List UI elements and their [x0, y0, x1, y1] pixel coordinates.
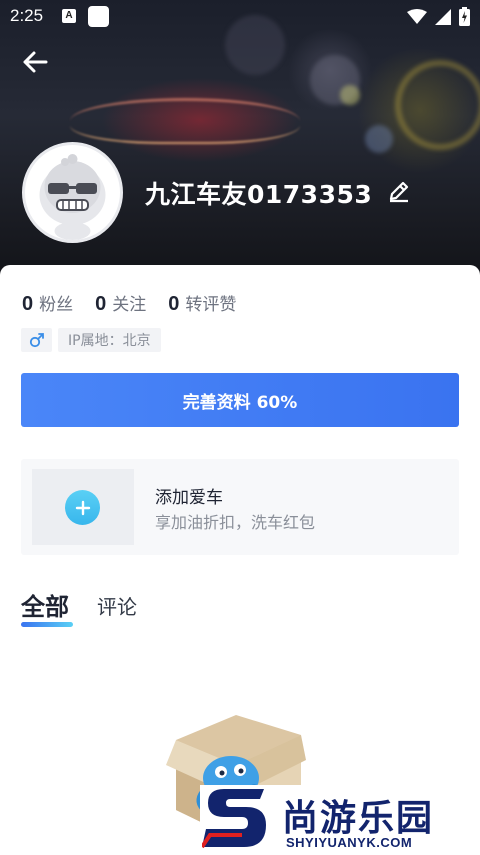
stat-value: 0	[22, 293, 34, 315]
stat-label: 转评赞	[185, 295, 237, 315]
bokeh-light	[395, 60, 480, 150]
add-car-title: 添加爱车	[155, 488, 223, 508]
arrow-left-icon	[23, 51, 48, 73]
tab-label: 全部	[21, 593, 69, 621]
plus-circle-icon	[65, 490, 100, 525]
tab-all[interactable]: 全部	[21, 587, 73, 627]
watermark-url: SHYIYUANYK.COM	[286, 835, 413, 850]
pencil-icon	[389, 181, 409, 203]
stat-value: 0	[168, 293, 180, 315]
add-car-subtitle: 享加油折扣，洗车红包	[155, 513, 316, 532]
watermark-brand: 尚游乐园	[282, 798, 435, 839]
stat-value: 0	[95, 293, 107, 315]
avatar[interactable]	[22, 142, 123, 243]
app-square-icon	[88, 6, 109, 27]
edit-nickname-button[interactable]	[386, 178, 412, 204]
stat-following[interactable]: 0 关注	[95, 290, 146, 316]
status-time: 2:25	[10, 6, 44, 25]
profile-card: 0 粉丝 0 关注 0 转评赞 IP属地：北京 完善资料 60% 添加爱车 享加…	[0, 265, 480, 855]
gender-tag	[21, 328, 52, 352]
complete-profile-button[interactable]: 完善资料 60%	[21, 373, 459, 427]
stat-label: 粉丝	[39, 295, 74, 315]
default-avatar-icon	[39, 154, 106, 240]
brand-s-logo-icon	[202, 789, 266, 849]
back-button[interactable]	[18, 44, 54, 80]
tab-comments[interactable]: 评论	[97, 591, 137, 622]
ip-location-tag: IP属地：北京	[58, 328, 161, 352]
add-car-card[interactable]: 添加爱车 享加油折扣，洗车红包	[21, 459, 459, 555]
user-nickname: 九江车友0173353	[145, 180, 373, 209]
status-bar: 2:25 A	[0, 0, 480, 34]
car-taillight-decoration	[70, 98, 300, 144]
bokeh-light	[340, 85, 360, 105]
active-tab-indicator	[21, 622, 73, 627]
stat-label: 关注	[112, 295, 147, 315]
signal-icon	[435, 8, 451, 25]
text-recognition-icon: A	[62, 9, 76, 23]
battery-charging-icon	[459, 7, 470, 26]
male-icon	[29, 333, 44, 348]
add-car-thumbnail	[32, 469, 134, 545]
profile-tags: IP属地：北京	[21, 328, 161, 352]
content-tabs: 全部 评论	[21, 587, 137, 627]
stat-fans[interactable]: 0 粉丝	[22, 290, 73, 316]
watermark-logo: 尚游乐园 SHYIYUANYK.COM	[200, 785, 480, 855]
stats-row: 0 粉丝 0 关注 0 转评赞	[22, 290, 236, 316]
bokeh-light	[365, 125, 393, 153]
wifi-icon	[407, 8, 427, 24]
stat-interactions[interactable]: 0 转评赞	[168, 290, 236, 316]
